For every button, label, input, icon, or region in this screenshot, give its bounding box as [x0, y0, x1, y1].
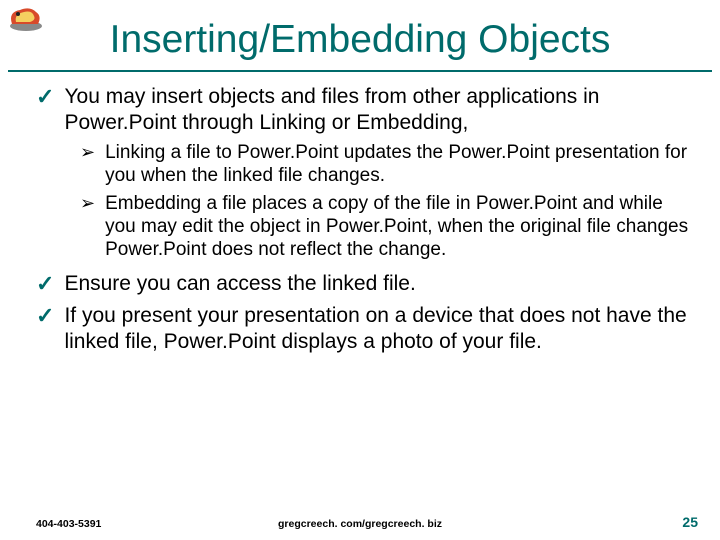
- footer-url: gregcreech. com/gregcreech. biz: [278, 518, 442, 530]
- slide: Inserting/Embedding Objects ✓ You may in…: [0, 0, 720, 540]
- title-divider: [8, 70, 712, 72]
- bullet-text: You may insert objects and files from ot…: [64, 84, 696, 135]
- footer: 404-403-5391 gregcreech. com/gregcreech.…: [0, 514, 720, 530]
- bullet-level2: ➢ Embedding a file places a copy of the …: [80, 192, 696, 262]
- slide-number: 25: [682, 514, 698, 530]
- checkmark-icon: ✓: [36, 271, 54, 297]
- content-area: ✓ You may insert objects and files from …: [0, 84, 720, 354]
- bullet-level1: ✓ If you present your presentation on a …: [36, 303, 696, 354]
- bullet-text: Embedding a file places a copy of the fi…: [105, 192, 696, 262]
- checkmark-icon: ✓: [36, 303, 54, 329]
- logo-icon: [6, 2, 46, 34]
- arrow-icon: ➢: [80, 192, 95, 215]
- checkmark-icon: ✓: [36, 84, 54, 110]
- footer-phone: 404-403-5391: [36, 518, 101, 530]
- bullet-text: Ensure you can access the linked file.: [64, 271, 415, 297]
- sub-bullet-group: ➢ Linking a file to Power.Point updates …: [36, 141, 696, 261]
- bullet-level1: ✓ You may insert objects and files from …: [36, 84, 696, 135]
- bullet-text: If you present your presentation on a de…: [64, 303, 696, 354]
- arrow-icon: ➢: [80, 141, 95, 164]
- bullet-level1: ✓ Ensure you can access the linked file.: [36, 271, 696, 297]
- bullet-text: Linking a file to Power.Point updates th…: [105, 141, 696, 187]
- slide-title: Inserting/Embedding Objects: [0, 0, 720, 70]
- bullet-level2: ➢ Linking a file to Power.Point updates …: [80, 141, 696, 187]
